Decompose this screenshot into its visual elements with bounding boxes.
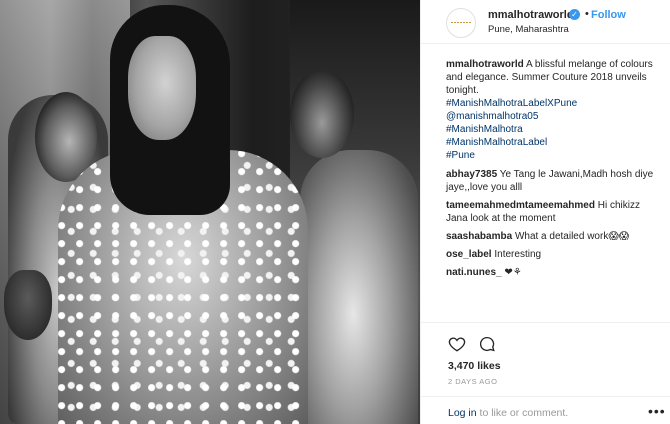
caption-hashtag[interactable]: #Pune <box>446 149 661 162</box>
comment-username[interactable]: abhay7385 <box>446 169 497 180</box>
actions-divider <box>421 322 670 323</box>
comment-username[interactable]: ose_label <box>446 249 492 260</box>
comment-text: What a detailed work😱😱 <box>514 231 630 242</box>
verified-badge-icon: ✓ <box>569 9 580 20</box>
header-username[interactable]: mmalhotraworld <box>488 9 574 21</box>
caption-username[interactable]: mmalhotraworld <box>446 59 524 70</box>
photo-figure-right <box>300 150 418 424</box>
comment-icon[interactable] <box>478 335 496 353</box>
post-actions <box>446 333 661 355</box>
post-header: mmalhotraworld ✓ • Follow Pune, Maharash… <box>421 0 670 44</box>
post-side-panel: mmalhotraworld ✓ • Follow Pune, Maharash… <box>420 0 670 424</box>
avatar[interactable] <box>446 8 476 38</box>
comment-item: saashabamba What a detailed work😱😱 <box>446 230 661 243</box>
login-bar: Log in to like or comment. ••• <box>421 396 670 424</box>
location-link[interactable]: Pune, Maharashtra <box>488 24 569 35</box>
login-prompt-text: to like or comment. <box>476 407 569 419</box>
comment-item: nati.nunes_ ❤⚘ <box>446 266 661 279</box>
caption: mmalhotraworld A blissful melange of col… <box>446 58 661 162</box>
comment-username[interactable]: saashabamba <box>446 231 512 242</box>
post-photo[interactable] <box>0 0 420 424</box>
header-separator-dot: • <box>585 8 589 20</box>
photo-hand <box>4 270 52 340</box>
comment-item: ose_label Interesting <box>446 248 661 261</box>
comment-item: tameemahmedmtameemahmed Hi chikizz Jana … <box>446 199 661 225</box>
likes-count[interactable]: 3,470 likes <box>448 360 501 372</box>
login-link[interactable]: Log in <box>448 407 477 419</box>
caption-mention[interactable]: @manishmalhotra05 <box>446 110 661 123</box>
caption-hashtag[interactable]: #ManishMalhotraLabelXPune <box>446 97 661 110</box>
caption-hashtag[interactable]: #ManishMalhotra <box>446 123 661 136</box>
comment-username[interactable]: tameemahmedmtameemahmed <box>446 200 595 211</box>
login-prompt: Log in to like or comment. <box>448 407 568 419</box>
caption-hashtag[interactable]: #ManishMalhotraLabel <box>446 136 661 149</box>
heart-icon[interactable] <box>448 335 466 353</box>
comment-username[interactable]: nati.nunes_ <box>446 267 502 278</box>
photo-figure-right-head <box>290 70 354 158</box>
comments-list: mmalhotraworld A blissful melange of col… <box>446 58 661 284</box>
post-date[interactable]: 2 DAYS AGO <box>448 377 497 386</box>
photo-main-face <box>128 36 196 140</box>
comment-item: abhay7385 Ye Tang le Jawani,Madh hosh di… <box>446 168 661 194</box>
more-options-icon[interactable]: ••• <box>648 403 666 419</box>
comment-text: Interesting <box>494 249 542 260</box>
comment-text: ❤⚘ <box>504 267 522 278</box>
follow-button[interactable]: Follow <box>591 9 626 21</box>
